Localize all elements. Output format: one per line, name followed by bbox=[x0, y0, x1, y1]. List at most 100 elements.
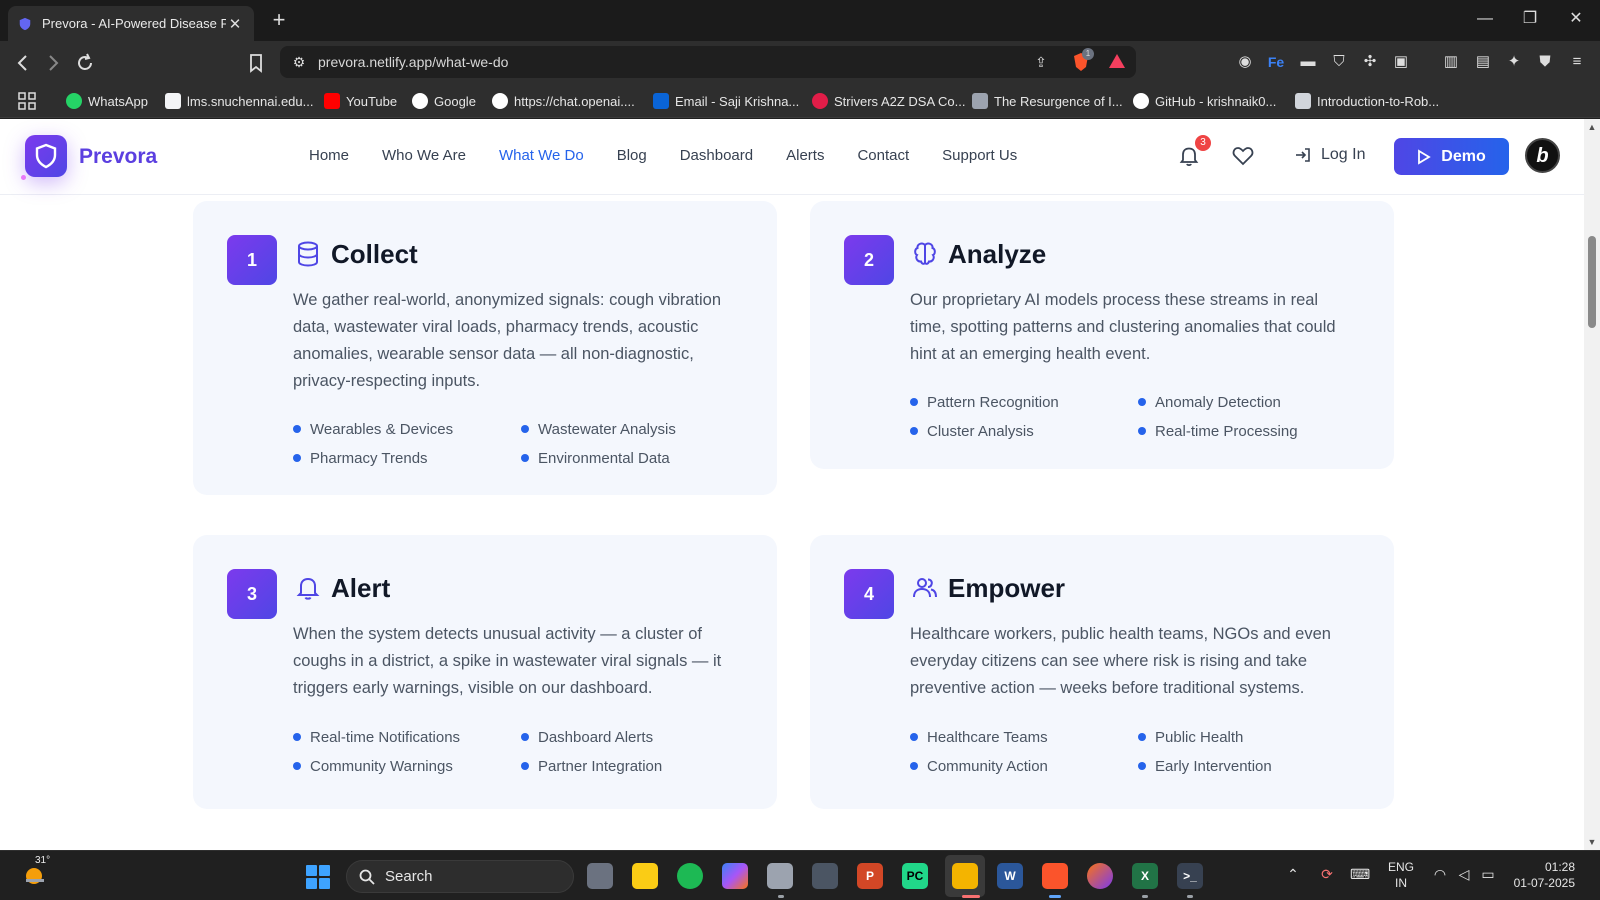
search-icon bbox=[359, 869, 375, 885]
vpn-icon[interactable]: ⛊ bbox=[1534, 51, 1556, 73]
bullet-dot bbox=[910, 427, 918, 435]
scroll-up-icon[interactable]: ▲ bbox=[1584, 119, 1600, 135]
bullet-dot bbox=[521, 762, 529, 770]
bookmark-resurgence[interactable]: The Resurgence of I... bbox=[972, 92, 1123, 110]
sync-icon[interactable]: ⟳ bbox=[1317, 866, 1337, 883]
nav-alerts[interactable]: Alerts bbox=[786, 147, 824, 164]
restore-icon[interactable]: ❐ bbox=[1515, 7, 1545, 31]
bookmark-lms[interactable]: lms.snuchennai.edu... bbox=[165, 92, 313, 110]
page-scrollbar[interactable]: ▲ ▼ bbox=[1584, 119, 1600, 850]
taskbar-search[interactable]: Search bbox=[346, 860, 574, 893]
bookmark-google[interactable]: Google bbox=[412, 92, 476, 110]
language-indicator[interactable]: ENG IN bbox=[1388, 859, 1414, 891]
minimize-icon[interactable]: — bbox=[1470, 7, 1500, 31]
brand-name[interactable]: Prevora bbox=[79, 145, 157, 169]
pycharm-icon[interactable]: PC bbox=[902, 863, 928, 889]
feature-item: Partner Integration bbox=[521, 756, 749, 776]
reload-icon[interactable] bbox=[72, 50, 98, 76]
browser-tab[interactable]: Prevora - AI-Powered Disease Pr ✕ bbox=[8, 6, 254, 41]
wifi-icon[interactable]: ◠ bbox=[1430, 866, 1450, 883]
brave-browser-icon[interactable] bbox=[1042, 863, 1068, 889]
sidebar-toggle-icon[interactable]: ▥ bbox=[1440, 51, 1462, 73]
scroll-down-icon[interactable]: ▼ bbox=[1584, 834, 1600, 850]
windows-logo-pane bbox=[306, 865, 317, 876]
bookmark-youtube[interactable]: YouTube bbox=[324, 92, 397, 110]
new-tab-button[interactable]: + bbox=[268, 8, 290, 32]
page-icon bbox=[165, 93, 181, 109]
extension-fe-icon[interactable]: Fe bbox=[1265, 51, 1287, 73]
excel-icon[interactable]: X bbox=[1132, 863, 1158, 889]
brand-logo[interactable] bbox=[25, 135, 67, 177]
camera-icon[interactable] bbox=[812, 863, 838, 889]
apps-grid-icon[interactable] bbox=[18, 92, 36, 110]
extension-avatar-icon[interactable]: ◉ bbox=[1234, 51, 1256, 73]
extensions-puzzle-icon[interactable]: ✣ bbox=[1359, 51, 1381, 73]
step-number: 3 bbox=[227, 569, 277, 619]
nav-what-we-do[interactable]: What We Do bbox=[499, 147, 584, 164]
step-title: Analyze bbox=[948, 239, 1047, 269]
start-button[interactable] bbox=[306, 865, 330, 889]
feature-list: Pattern Recognition Anomaly Detection Cl… bbox=[910, 392, 1370, 441]
keyboard-icon[interactable]: ⌨ bbox=[1350, 866, 1370, 883]
bookmark-email[interactable]: Email - Saji Krishna... bbox=[653, 92, 799, 110]
striver-icon bbox=[812, 93, 828, 109]
terminal-icon[interactable]: >_ bbox=[1177, 863, 1203, 889]
menu-icon[interactable]: ≡ bbox=[1566, 51, 1588, 73]
tab-close-icon[interactable]: ✕ bbox=[226, 15, 244, 33]
user-avatar[interactable]: b bbox=[1525, 138, 1560, 173]
file-explorer-icon[interactable] bbox=[952, 863, 978, 889]
feature-item: Cluster Analysis bbox=[910, 421, 1138, 441]
nav-blog[interactable]: Blog bbox=[617, 147, 647, 164]
demo-button[interactable]: Demo bbox=[1394, 138, 1509, 175]
bookmark-icon[interactable] bbox=[243, 50, 269, 76]
feature-list: Wearables & Devices Wastewater Analysis … bbox=[293, 419, 753, 468]
battery-icon[interactable]: ▭ bbox=[1478, 866, 1498, 883]
nav-contact[interactable]: Contact bbox=[857, 147, 909, 164]
word-icon[interactable]: W bbox=[997, 863, 1023, 889]
step-card-analyze: 2 Analyze Our proprietary AI models proc… bbox=[810, 201, 1394, 469]
wallet-icon[interactable]: ▤ bbox=[1472, 51, 1494, 73]
feature-item: Early Intervention bbox=[1138, 756, 1366, 776]
reader-mode-icon[interactable]: ▣ bbox=[1390, 51, 1412, 73]
system-clock[interactable]: 01:28 01-07-2025 bbox=[1513, 859, 1575, 891]
login-button[interactable]: Log In bbox=[1295, 146, 1365, 164]
nav-support-us[interactable]: Support Us bbox=[942, 147, 1017, 164]
openai-icon bbox=[492, 93, 508, 109]
heart-icon[interactable] bbox=[1232, 146, 1254, 166]
bookmark-chatgpt[interactable]: https://chat.openai.... bbox=[492, 92, 635, 110]
tray-overflow-icon[interactable]: ⌃ bbox=[1283, 866, 1303, 883]
site-info-icon[interactable]: ⚙ bbox=[288, 52, 310, 72]
bookmark-github[interactable]: GitHub - krishnaik0... bbox=[1133, 92, 1276, 110]
browser-tab-bar: Prevora - AI-Powered Disease Pr ✕ + — ❐ … bbox=[0, 0, 1600, 41]
nav-who-we-are[interactable]: Who We Are bbox=[382, 147, 466, 164]
nav-home[interactable]: Home bbox=[309, 147, 349, 164]
copilot-icon[interactable] bbox=[722, 863, 748, 889]
bullet-dot bbox=[521, 454, 529, 462]
rewards-icon[interactable] bbox=[1106, 52, 1128, 72]
volume-muted-icon[interactable]: ◁ bbox=[1454, 866, 1474, 883]
address-bar[interactable]: ⚙ prevora.netlify.app/what-we-do ⇪ 1 bbox=[280, 46, 1136, 78]
bookmark-robotics[interactable]: Introduction-to-Rob... bbox=[1295, 92, 1439, 110]
bookmark-whatsapp[interactable]: WhatsApp bbox=[66, 92, 148, 110]
share-icon[interactable]: ⇪ bbox=[1030, 52, 1052, 72]
nav-dashboard[interactable]: Dashboard bbox=[680, 147, 753, 164]
shield-icon bbox=[35, 143, 57, 169]
back-icon[interactable] bbox=[10, 50, 36, 76]
scrollbar-thumb[interactable] bbox=[1588, 236, 1596, 328]
bookmark-strivers[interactable]: Strivers A2Z DSA Co... bbox=[812, 92, 966, 110]
firefox-icon[interactable] bbox=[1087, 863, 1113, 889]
brain-icon bbox=[914, 242, 936, 265]
leo-ai-icon[interactable]: ✦ bbox=[1503, 51, 1525, 73]
step-card-empower: 4 Empower Healthcare workers, public hea… bbox=[810, 535, 1394, 809]
sticky-notes-icon[interactable] bbox=[632, 863, 658, 889]
extension-shield-icon[interactable]: ⛉ bbox=[1328, 51, 1350, 73]
extension-hat-icon[interactable]: ▬ bbox=[1297, 51, 1319, 73]
spotify-icon[interactable] bbox=[677, 863, 703, 889]
powerpoint-icon[interactable]: P bbox=[857, 863, 883, 889]
forward-icon[interactable] bbox=[40, 50, 66, 76]
task-view-icon[interactable] bbox=[587, 863, 613, 889]
window-close-icon[interactable]: ✕ bbox=[1561, 7, 1591, 31]
database-icon bbox=[298, 241, 318, 267]
windows-logo-pane bbox=[319, 865, 330, 876]
snipping-tool-icon[interactable] bbox=[767, 863, 793, 889]
